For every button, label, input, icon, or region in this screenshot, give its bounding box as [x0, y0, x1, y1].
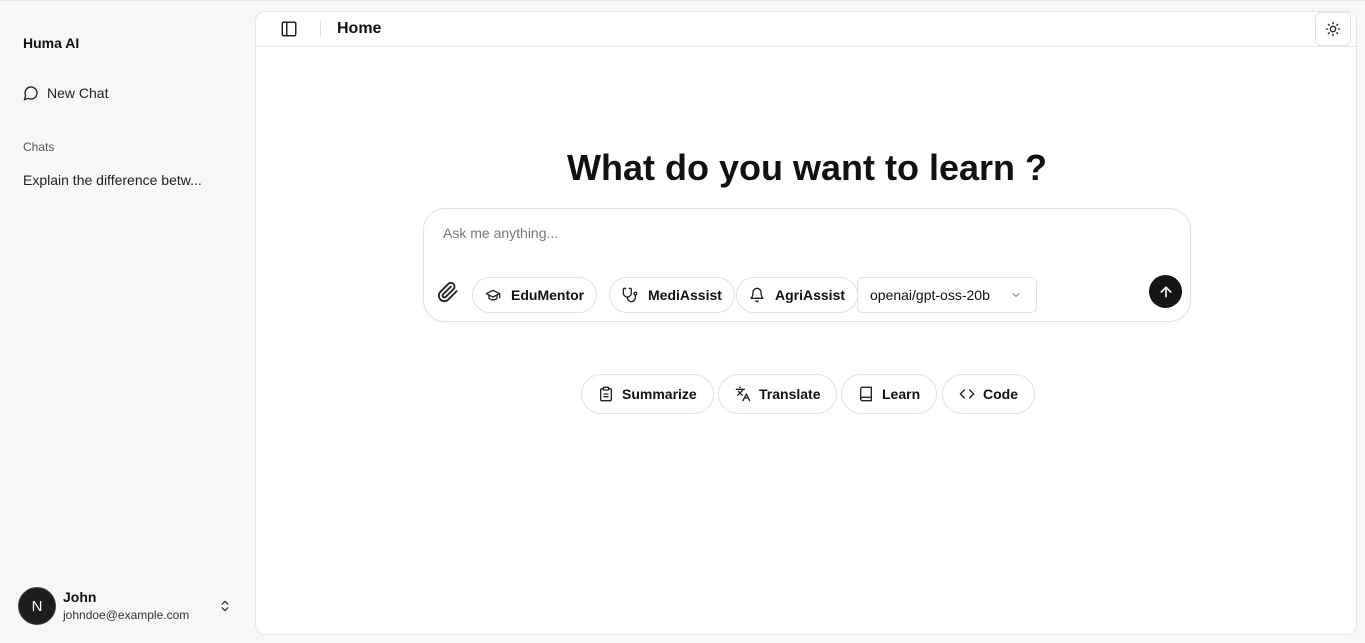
assistant-chip-agriassist[interactable]: AgriAssist [736, 277, 859, 313]
paperclip-icon[interactable] [437, 281, 459, 303]
new-chat-button[interactable]: New Chat [18, 79, 238, 107]
new-chat-label: New Chat [47, 85, 109, 101]
send-button[interactable] [1149, 275, 1182, 308]
summarize-button[interactable]: Summarize [581, 374, 714, 414]
assistant-chip-label: MediAssist [648, 287, 722, 303]
main-panel: Home What do you want to learn ? EduMent… [255, 11, 1357, 635]
chats-heading: Chats [23, 140, 55, 154]
avatar: N [18, 587, 56, 625]
composer: EduMentor MediAssist AgriAssist openai/g… [423, 208, 1191, 322]
assistant-chip-label: EduMentor [511, 287, 585, 303]
model-select[interactable]: openai/gpt-oss-20b [857, 277, 1037, 313]
sidebar: Huma AI New Chat Chats Explain the diffe… [0, 3, 255, 643]
stethoscope-icon [622, 287, 638, 303]
assistant-chip-label: AgriAssist [775, 287, 846, 303]
assistant-chip-edumentor[interactable]: EduMentor [472, 277, 598, 313]
learn-button[interactable]: Learn [841, 374, 938, 414]
quick-action-label: Code [983, 386, 1018, 402]
page-title: Home [337, 20, 382, 37]
book-icon [860, 386, 872, 402]
user-menu[interactable]: N John johndoe@example.com [18, 586, 240, 626]
bell-icon [750, 287, 764, 303]
code-icon [959, 389, 975, 399]
translate-button[interactable]: Translate [718, 374, 838, 414]
quick-action-label: Learn [882, 386, 921, 402]
code-button[interactable]: Code [942, 374, 1035, 414]
chevrons-up-down-icon [221, 600, 229, 612]
chat-bubble-icon [23, 86, 38, 101]
arrow-up-icon [1160, 286, 1171, 297]
chevron-down-icon [1012, 293, 1020, 297]
prompt-input[interactable] [443, 225, 1143, 249]
quick-action-label: Translate [759, 386, 821, 402]
quick-actions: Summarize Translate Learn Code [256, 374, 1358, 414]
sidebar-toggle-icon[interactable] [280, 20, 298, 38]
header-divider [320, 21, 321, 37]
top-bar: Home [256, 12, 1356, 47]
graduation-cap-icon [485, 289, 501, 301]
app-brand: Huma AI [23, 35, 80, 51]
user-info: John johndoe@example.com [63, 589, 189, 622]
clipboard-icon [600, 386, 612, 402]
quick-action-label: Summarize [622, 386, 697, 402]
user-name: John [63, 589, 97, 606]
translate-icon [735, 386, 751, 402]
sun-icon [1325, 21, 1341, 37]
assistant-chip-mediassist[interactable]: MediAssist [609, 277, 735, 313]
theme-toggle-button[interactable] [1315, 12, 1351, 46]
hero-heading: What do you want to learn ? [567, 147, 1047, 188]
user-email: johndoe@example.com [63, 608, 190, 623]
chat-history-item[interactable]: Explain the difference betw... [18, 166, 238, 194]
model-select-value: openai/gpt-oss-20b [870, 287, 990, 303]
